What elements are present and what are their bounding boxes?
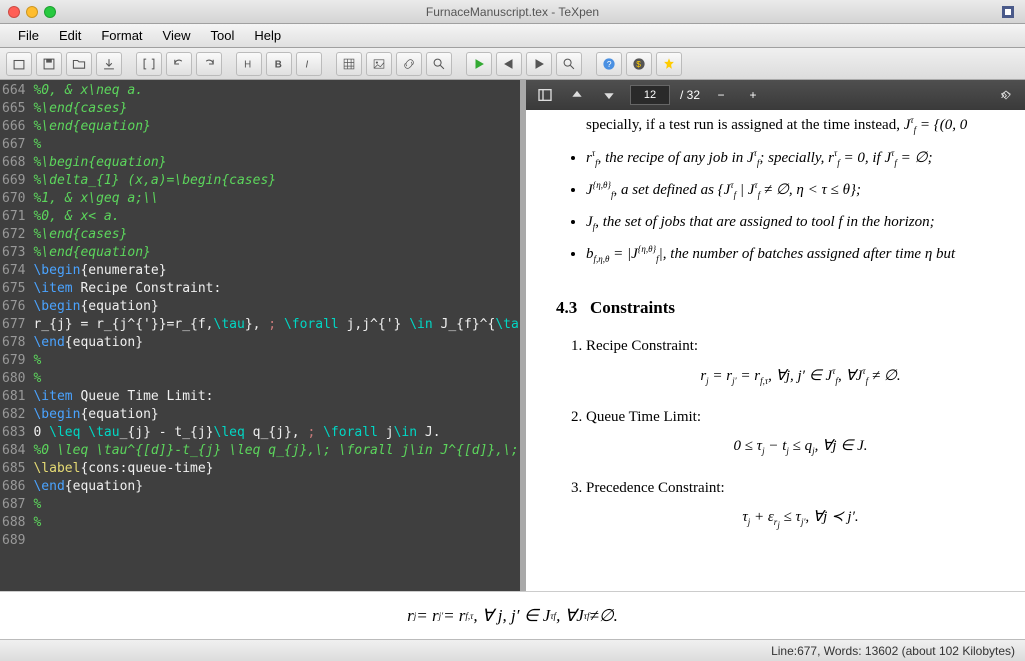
titlebar: FurnaceManuscript.tex - TeXpen xyxy=(0,0,1025,24)
svg-text:»: » xyxy=(1001,88,1008,102)
sync-button[interactable]: $ xyxy=(626,52,652,76)
help-button[interactable]: ? xyxy=(596,52,622,76)
page-total: / 32 xyxy=(680,88,700,102)
close-window-button[interactable] xyxy=(8,6,20,18)
file-open-button[interactable] xyxy=(6,52,32,76)
star-button[interactable] xyxy=(656,52,682,76)
main-split: 6646656666676686696706716726736746756766… xyxy=(0,80,1025,591)
equation-preview: rj = rj′ = rf,τ, ∀ j, j′ ∈ Jτf, ∀Jτf≠∅. xyxy=(0,591,1025,639)
editor-pane[interactable]: 6646656666676686696706716726736746756766… xyxy=(0,80,520,591)
pdf-preview-pane: / 32 − + » specially, if a test run is a… xyxy=(526,80,1025,591)
step-forward-button[interactable] xyxy=(526,52,552,76)
run-button[interactable] xyxy=(466,52,492,76)
menu-file[interactable]: File xyxy=(8,25,49,46)
zoom-window-button[interactable] xyxy=(44,6,56,18)
folder-button[interactable] xyxy=(66,52,92,76)
toolbar: H B I? $ xyxy=(0,48,1025,80)
brackets-button[interactable] xyxy=(136,52,162,76)
sidebar-toggle-icon[interactable] xyxy=(534,84,556,106)
svg-text:$: $ xyxy=(636,58,641,68)
minimize-window-button[interactable] xyxy=(26,6,38,18)
page-up-icon[interactable] xyxy=(566,84,588,106)
find-button[interactable] xyxy=(556,52,582,76)
link-button[interactable] xyxy=(396,52,422,76)
svg-text:I: I xyxy=(306,59,309,70)
svg-text:B: B xyxy=(275,59,282,70)
zoom-button[interactable] xyxy=(426,52,452,76)
page-number-input[interactable] xyxy=(630,85,670,105)
statusbar: Line:677, Words: 13602 (about 102 Kiloby… xyxy=(0,639,1025,661)
step-back-button[interactable] xyxy=(496,52,522,76)
app-icon xyxy=(999,3,1017,21)
pdf-toolbar: / 32 − + » xyxy=(526,80,1025,110)
undo-button[interactable] xyxy=(166,52,192,76)
menubar: FileEditFormatViewToolHelp xyxy=(0,24,1025,48)
pdf-content[interactable]: specially, if a test run is assigned at … xyxy=(526,110,1025,591)
page-down-icon[interactable] xyxy=(598,84,620,106)
redo-button[interactable] xyxy=(196,52,222,76)
status-text: Line:677, Words: 13602 (about 102 Kiloby… xyxy=(771,644,1015,658)
window-controls xyxy=(0,6,56,18)
bold-button[interactable]: B xyxy=(266,52,292,76)
zoom-out-icon[interactable]: − xyxy=(710,84,732,106)
window-title: FurnaceManuscript.tex - TeXpen xyxy=(426,5,599,19)
save-button[interactable] xyxy=(36,52,62,76)
svg-text:H: H xyxy=(244,59,251,70)
heading-button[interactable]: H xyxy=(236,52,262,76)
svg-text:?: ? xyxy=(607,58,612,68)
menu-edit[interactable]: Edit xyxy=(49,25,91,46)
menu-help[interactable]: Help xyxy=(244,25,291,46)
code-area[interactable]: %0, & x\neq a.%\end{cases}%\end{equation… xyxy=(29,80,520,591)
menu-view[interactable]: View xyxy=(153,25,201,46)
italic-button[interactable]: I xyxy=(296,52,322,76)
menu-tool[interactable]: Tool xyxy=(200,25,244,46)
tools-icon[interactable]: » xyxy=(995,84,1017,106)
export-button[interactable] xyxy=(96,52,122,76)
image-button[interactable] xyxy=(366,52,392,76)
table-button[interactable] xyxy=(336,52,362,76)
menu-format[interactable]: Format xyxy=(91,25,152,46)
line-gutter: 6646656666676686696706716726736746756766… xyxy=(0,80,29,591)
zoom-in-icon[interactable]: + xyxy=(742,84,764,106)
